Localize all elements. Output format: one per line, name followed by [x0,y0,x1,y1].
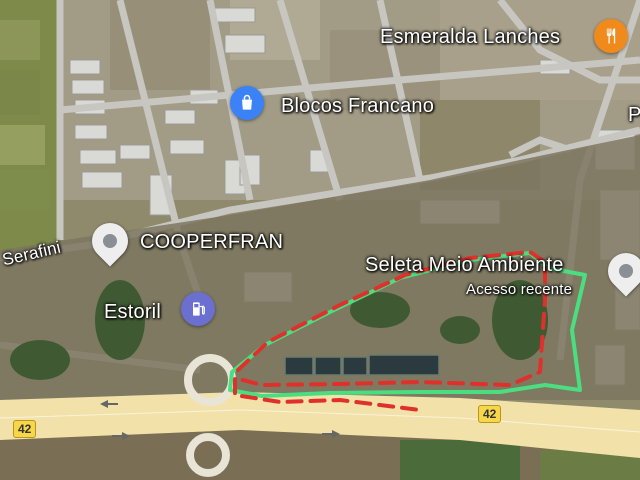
place-label-blocos-francano[interactable]: Blocos Francano [281,95,434,118]
place-label-seleta-meio-ambiente[interactable]: Seleta Meio Ambiente [365,254,564,277]
location-pin-icon [100,231,120,251]
place-label-esmeralda-lanches[interactable]: Esmeralda Lanches [380,26,560,49]
recent-access-note: Acesso recente [466,281,573,298]
gas-station-pin[interactable] [181,292,215,326]
place-label-cooperfran[interactable]: COOPERFRAN [140,231,283,254]
route-shield-right: 42 [478,405,502,423]
edge-label-partial: P [628,104,640,126]
restaurant-pin[interactable] [594,19,628,53]
place-label-estoril[interactable]: Estoril [104,301,161,324]
location-pin-icon [616,261,636,281]
route-shield-left: 42 [13,420,37,438]
shopping-bag-icon [242,94,252,110]
shop-pin[interactable] [230,86,264,120]
fork-knife-icon [606,28,616,44]
gas-station-icon [193,302,205,316]
